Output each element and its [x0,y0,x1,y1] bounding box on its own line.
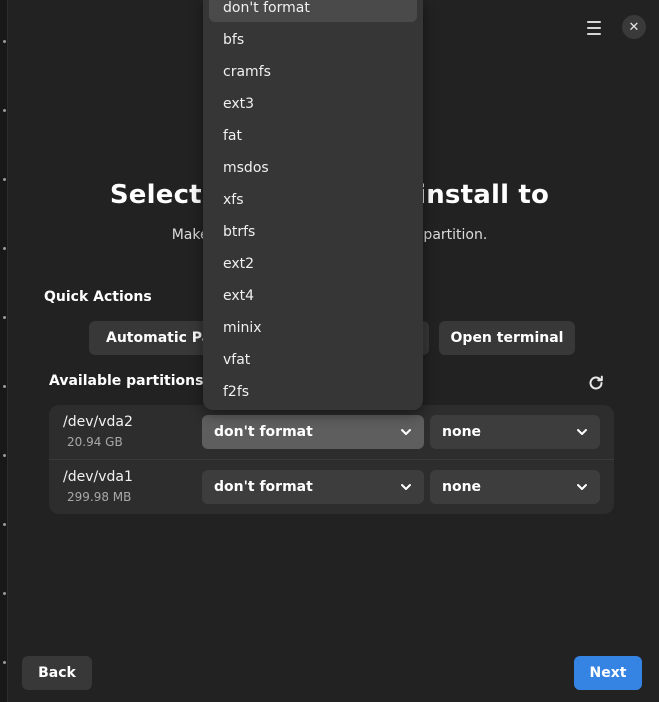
background-window-edge [0,0,8,702]
window-edge-dot [3,40,6,43]
close-icon: ✕ [628,19,640,35]
open-terminal-label: Open terminal [450,330,564,346]
chevron-down-icon [577,484,587,490]
window-edge-dot [3,385,6,388]
next-button[interactable]: Next [574,656,642,690]
format-option[interactable]: xfs [209,186,417,214]
format-option[interactable]: ext4 [209,282,417,310]
partition-device: /dev/vda2 [63,414,133,430]
format-option[interactable]: bfs [209,26,417,54]
mountpoint-dropdown[interactable]: none [430,470,600,504]
partition-device: /dev/vda1 [63,469,133,485]
window-edge-dot [3,523,6,526]
available-partitions-label: Available partitions [49,373,204,389]
format-option[interactable]: vfat [209,346,417,374]
format-option[interactable]: minix [209,314,417,342]
chevron-down-icon [401,429,411,435]
main-menu-button[interactable] [578,14,610,42]
window-edge-dot [3,109,6,112]
window-edge-dot [3,661,6,664]
mountpoint-value: none [442,424,482,440]
open-terminal-button[interactable]: Open terminal [439,321,575,355]
close-button[interactable]: ✕ [622,15,646,39]
window-edge-dot [3,592,6,595]
chevron-down-icon [577,429,587,435]
refresh-button[interactable] [585,372,607,394]
mountpoint-dropdown[interactable]: none [430,415,600,449]
mountpoint-value: none [442,479,482,495]
format-option[interactable]: ext2 [209,250,417,278]
window-edge-dot [3,454,6,457]
partition-size: 299.98 MB [67,490,132,504]
format-dropdown[interactable]: don't format [202,470,424,504]
partition-row: /dev/vda2 20.94 GB don't format none [49,405,614,459]
format-value: don't format [214,479,313,495]
window-edge-dot [3,316,6,319]
format-dropdown-popover: don't format bfs cramfs ext3 fat msdos x… [203,0,423,410]
chevron-down-icon [401,484,411,490]
format-option[interactable]: ext3 [209,90,417,118]
format-option[interactable]: msdos [209,154,417,182]
format-option[interactable]: cramfs [209,58,417,86]
window-edge-dot [3,247,6,250]
format-value: don't format [214,424,313,440]
partition-row: /dev/vda1 299.98 MB don't format none [49,459,614,514]
format-option[interactable]: don't format [209,0,417,22]
format-dropdown[interactable]: don't format [202,415,424,449]
quick-actions-label: Quick Actions [44,289,152,305]
back-button[interactable]: Back [22,656,92,690]
next-label: Next [589,665,627,681]
format-option[interactable]: fat [209,122,417,150]
refresh-icon [589,375,603,390]
format-option[interactable]: btrfs [209,218,417,246]
partition-size: 20.94 GB [67,435,123,449]
back-label: Back [38,665,76,681]
partition-list: /dev/vda2 20.94 GB don't format none /de… [49,405,614,514]
hamburger-menu-icon [587,19,601,37]
format-option[interactable]: f2fs [209,378,417,406]
